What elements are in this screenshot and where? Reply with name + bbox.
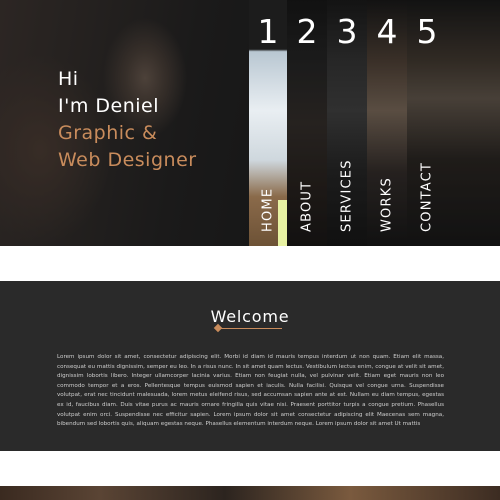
nav-panel-services[interactable]: 3 SERVICES [327,0,367,246]
hero-name: I'm Deniel [58,95,159,117]
nav-label-about[interactable]: ABOUT [300,181,315,232]
nav-label-home[interactable]: HOME [261,188,276,232]
nav-label-contact[interactable]: CONTACT [420,162,435,232]
welcome-title: Welcome [210,307,290,326]
nav-number: 5 [416,12,438,51]
welcome-section: Welcome Lorem ipsum dolor sit amet, cons… [0,281,500,451]
nav-active-indicator [278,200,287,246]
nav-number: 4 [376,12,398,51]
nav-panel-works[interactable]: 4 WORKS [367,0,407,246]
nav-label-works[interactable]: WORKS [380,177,395,232]
nav-number: 3 [336,12,358,51]
hero-section: Hi I'm Deniel Graphic & Web Designer 1 H… [0,0,500,246]
hero-role-line2: Web Designer [58,149,197,171]
nav-panel-contact[interactable]: 5 CONTACT [407,0,500,246]
title-divider [218,328,282,329]
hero-role-line1: Graphic & [58,122,158,144]
hero-greeting: Hi [58,68,79,90]
main-navigation: 1 HOME 2 ABOUT 3 SERVICES 4 WORKS 5 CONT… [249,0,500,246]
nav-panel-home[interactable]: 1 HOME [249,0,287,246]
hero-intro: Hi I'm Deniel Graphic & Web Designer [58,66,197,174]
nav-number: 1 [257,12,279,51]
nav-panel-about[interactable]: 2 ABOUT [287,0,327,246]
nav-number: 2 [296,12,318,51]
nav-panel-contact-inner: 5 CONTACT [407,0,447,246]
welcome-body-text: Lorem ipsum dolor sit amet, consectetur … [57,354,444,428]
nav-label-services[interactable]: SERVICES [340,159,355,232]
next-section-image [0,486,500,500]
